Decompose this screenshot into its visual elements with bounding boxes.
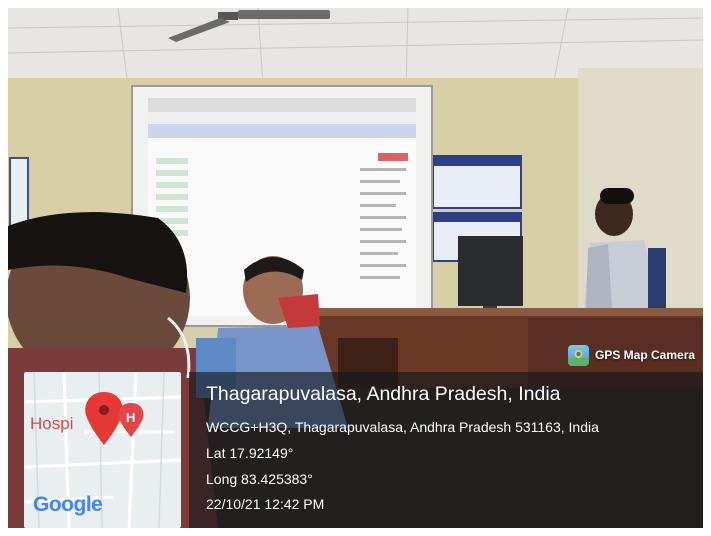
map-pin-icon	[85, 392, 123, 445]
place-title: Thagarapuvalasa, Andhra Pradesh, India	[206, 383, 561, 405]
address-line: WCCG+H3Q, Thagarapuvalasa, Andhra Prades…	[206, 419, 599, 435]
gps-camera-app-icon	[568, 344, 589, 366]
datetime: 22/10/21 12:42 PM	[206, 496, 325, 512]
desk-monitor	[458, 236, 523, 306]
photo-frame: GPS Map Camera Hospi H Google Thagarapuv…	[8, 8, 703, 528]
map-poi-letter: H	[126, 410, 136, 425]
longitude: Long 83.425383°	[206, 471, 313, 487]
location-info-panel: Thagarapuvalasa, Andhra Pradesh, India W…	[189, 372, 703, 528]
map-thumbnail: Hospi H Google	[24, 372, 181, 528]
google-logo: Google	[33, 493, 103, 516]
app-name: GPS Map Camera	[595, 348, 696, 362]
gps-camera-badge: GPS Map Camera	[568, 344, 695, 366]
map-poi-label: Hospi	[30, 414, 74, 433]
latitude: Lat 17.92149°	[206, 445, 294, 461]
gps-overlay: Hospi H Google Thagarapuvalasa, Andhra P…	[8, 372, 703, 528]
